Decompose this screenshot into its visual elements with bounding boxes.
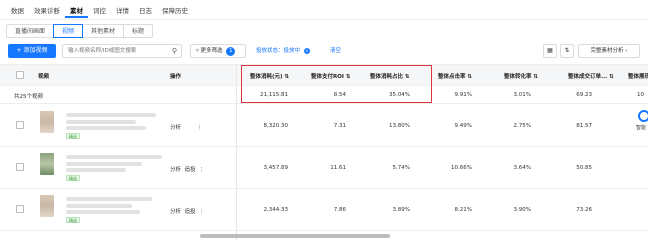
video-meta: [66, 210, 140, 214]
featured-tag: 精选: [66, 175, 80, 181]
row-cost-ratio: 5.74%: [392, 165, 410, 171]
summary-cvr: 3.01%: [513, 92, 531, 98]
fixed-column-divider: [236, 64, 237, 240]
summary-label: 共25个视频: [14, 94, 43, 100]
subtab-live-screen[interactable]: 直播间画面: [6, 24, 55, 38]
more-filter-button[interactable]: ▿ 更多筛选 1: [190, 44, 246, 58]
video-name: [66, 113, 156, 117]
row-ctr: 8.21%: [454, 207, 472, 213]
search-icon[interactable]: ⚲: [172, 47, 177, 55]
search-input[interactable]: [63, 45, 163, 57]
tab-detail[interactable]: 详情: [111, 2, 134, 18]
row-cvr: 2.75%: [513, 123, 531, 129]
tab-material[interactable]: 素材: [65, 2, 88, 18]
row-checkbox[interactable]: [16, 205, 24, 213]
status-filter-chip[interactable]: 投放状态：投放中 ×: [256, 46, 310, 54]
row-cvr: 3.64%: [513, 165, 531, 171]
summary-order-cost: 69.23: [576, 92, 592, 98]
row-roi: 11.61: [330, 165, 346, 171]
col-video: 视频: [38, 74, 50, 80]
tab-diagnosis[interactable]: 效果诊断: [29, 2, 65, 18]
table-row[interactable]: 精选 分析 追投 ⋮ 3,457.89 11.61 5.74% 10.66% 3…: [0, 147, 648, 189]
more-icon[interactable]: ⋮: [199, 209, 205, 215]
video-name: [66, 155, 162, 159]
table-row[interactable]: 精选 分析 追投 ⋮ 2,344.33 7.86 3.89% 8.21% 3.9…: [0, 189, 648, 231]
tab-keyword[interactable]: 词控: [88, 2, 111, 18]
row-ops: 分析 追投 ⋮: [170, 165, 205, 173]
video-id: [66, 204, 132, 208]
assistant-label[interactable]: 智能: [636, 124, 646, 131]
sub-tabs: 直播间画面 视频 其他素材 标题: [6, 24, 154, 38]
tab-log[interactable]: 日志: [134, 2, 157, 18]
assistant-icon[interactable]: [638, 110, 648, 122]
status-filter-label: 投放状态：投放中: [256, 48, 301, 54]
row-cost-ratio: 3.89%: [392, 207, 410, 213]
boost-link[interactable]: 追投: [185, 209, 196, 215]
col-extra[interactable]: 整体展现: [628, 72, 648, 80]
select-all-checkbox[interactable]: [16, 71, 24, 79]
tab-data[interactable]: 数据: [6, 2, 29, 18]
row-ops: 分析 追投 ⋮: [170, 207, 205, 215]
row-checkbox[interactable]: [16, 163, 24, 171]
featured-tag: 精选: [66, 217, 80, 223]
summary-ctr: 9.91%: [454, 92, 472, 98]
subtab-other[interactable]: 其他素材: [82, 24, 125, 38]
col-ops: 操作: [170, 74, 182, 80]
horizontal-scrollbar[interactable]: [200, 234, 390, 238]
video-id: [66, 162, 142, 166]
analyze-link[interactable]: 分析: [170, 125, 181, 131]
search-box: ⚲: [62, 44, 182, 58]
video-thumbnail[interactable]: [40, 153, 54, 175]
analyze-link[interactable]: 分析: [170, 167, 181, 173]
col-order-cost[interactable]: 整体成交订单... ⇅: [568, 72, 614, 80]
highlight-box: [241, 65, 432, 103]
filter-icon: ▿: [196, 48, 199, 54]
row-ctr: 9.49%: [454, 123, 472, 129]
row-cvr: 3.90%: [513, 207, 531, 213]
video-id: [66, 120, 136, 124]
table-row[interactable]: 精选 分析 ⋮ 8,320.30 7.31 13.80% 9.49% 2.75%…: [0, 105, 648, 147]
row-order-cost: 73.26: [576, 207, 592, 213]
top-tabs: 数据 效果诊断 素材 词控 详情 日志 保障历史: [6, 2, 193, 18]
row-order-cost: 50.85: [576, 165, 592, 171]
row-cost-ratio: 13.80%: [389, 123, 410, 129]
row-cost: 3,457.89: [263, 165, 289, 171]
col-cvr[interactable]: 整体转化率 ⇅: [504, 72, 538, 80]
row-checkbox[interactable]: [16, 121, 24, 129]
row-cost: 2,344.33: [263, 207, 289, 213]
column-settings-icon[interactable]: ⇅: [560, 44, 574, 58]
video-thumbnail[interactable]: [40, 111, 54, 133]
row-ctr: 10.66%: [451, 165, 472, 171]
row-roi: 7.86: [333, 207, 346, 213]
row-cost: 8,320.30: [263, 123, 289, 129]
add-video-button[interactable]: + 添加视频: [8, 44, 56, 58]
row-order-cost: 81.57: [576, 123, 592, 129]
close-icon[interactable]: ×: [303, 48, 310, 54]
video-name: [66, 197, 152, 201]
featured-tag: 精选: [66, 133, 80, 139]
tabs-divider: [0, 19, 648, 20]
video-meta: [66, 168, 126, 172]
more-filter-label: 更多筛选: [200, 48, 223, 54]
calendar-icon[interactable]: ▦: [543, 44, 557, 58]
more-icon[interactable]: ⋮: [197, 125, 203, 131]
full-analysis-button[interactable]: 完整素材分析 ›: [578, 44, 640, 58]
subtab-video[interactable]: 视频: [53, 24, 84, 38]
row-ops: 分析 ⋮: [170, 123, 202, 131]
row-roi: 7.31: [333, 123, 346, 129]
video-meta: [66, 126, 146, 130]
clear-filter-link[interactable]: 清空: [330, 46, 341, 54]
summary-extra: 10: [637, 92, 644, 98]
filter-count-badge: 1: [226, 47, 236, 56]
video-thumbnail[interactable]: [40, 195, 54, 217]
analyze-link[interactable]: 分析: [170, 209, 181, 215]
subtab-title[interactable]: 标题: [123, 24, 154, 38]
more-icon[interactable]: ⋮: [199, 167, 205, 173]
boost-link[interactable]: 追投: [185, 167, 196, 173]
col-ctr[interactable]: 整体点击率 ⇅: [438, 72, 472, 80]
tab-guarantee-history[interactable]: 保障历史: [157, 2, 193, 18]
